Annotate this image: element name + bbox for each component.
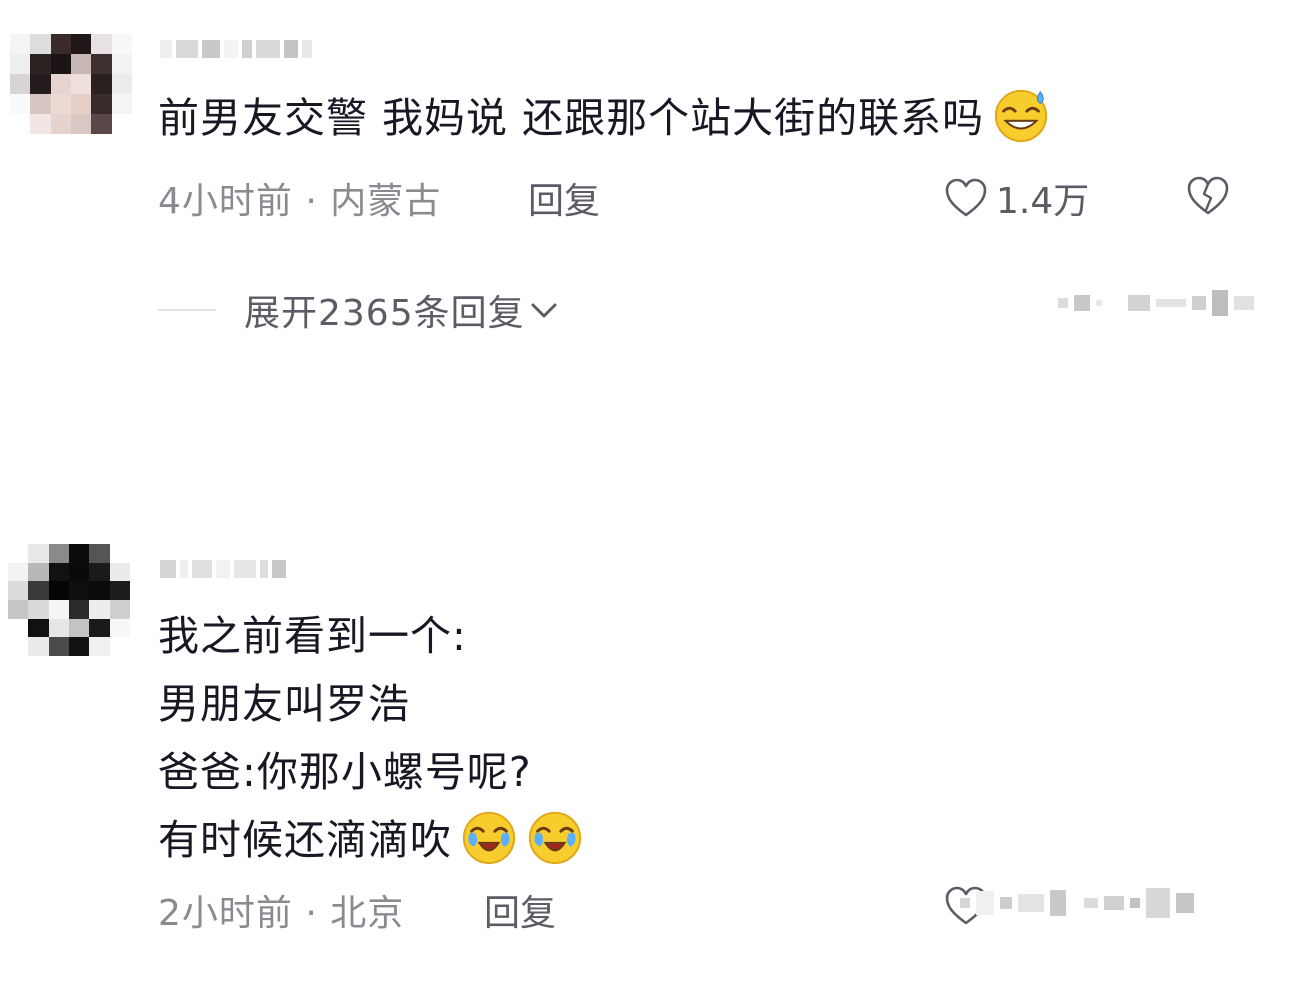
comment-time: 2小时前 [158,893,293,934]
comment-line: 爸爸:你那小螺号呢? [158,748,532,796]
expand-replies[interactable]: 展开2365条回复 [158,284,559,336]
heart-icon [945,178,987,217]
comment-meta: 2小时前 · 北京 [158,884,404,936]
expand-replies-label: 展开2365条回复 [244,293,525,334]
comment-meta: 4小时前 · 内蒙古 [158,172,441,224]
comment-text-content: 前男友交警 我妈说 还跟那个站大街的联系吗 [158,94,985,142]
chevron-down-icon [531,303,557,318]
meta-separator: · [305,181,331,222]
laugh-cry-emoji [462,811,516,865]
reply-button[interactable]: 回复 [484,884,556,936]
divider-line [158,309,216,311]
username-blurred[interactable] [160,556,286,582]
avatar[interactable] [10,34,132,134]
comment-time: 4小时前 [158,181,293,222]
comment-text: 前男友交警 我妈说 还跟那个站大街的联系吗 [158,84,1050,152]
username-blurred[interactable] [160,36,312,62]
comment-location: 内蒙古 [330,181,442,222]
comment-line: 男朋友叫罗浩 [158,680,410,728]
comment-line: 我之前看到一个: [158,612,467,660]
meta-separator: · [305,893,331,934]
like-count: 1.4万 [996,181,1090,222]
dislike-button[interactable] [1186,176,1230,220]
blurred-region [960,888,1194,918]
sweat-grin-emoji [994,89,1048,143]
comment-location: 北京 [330,893,405,934]
avatar[interactable] [8,544,130,656]
comment-line: 有时候还滴滴吹 [158,816,452,864]
comment-line-with-emoji: 有时候还滴滴吹 [158,806,584,874]
comment-text: 我之前看到一个: 男朋友叫罗浩爸爸:你那小螺号呢? 有时候还滴滴吹 [158,602,584,874]
like-button[interactable]: 1.4万 [944,172,1089,224]
reply-button[interactable]: 回复 [528,172,600,224]
laugh-cry-emoji [528,811,582,865]
blurred-region [1058,290,1254,316]
broken-heart-icon [1187,176,1229,215]
